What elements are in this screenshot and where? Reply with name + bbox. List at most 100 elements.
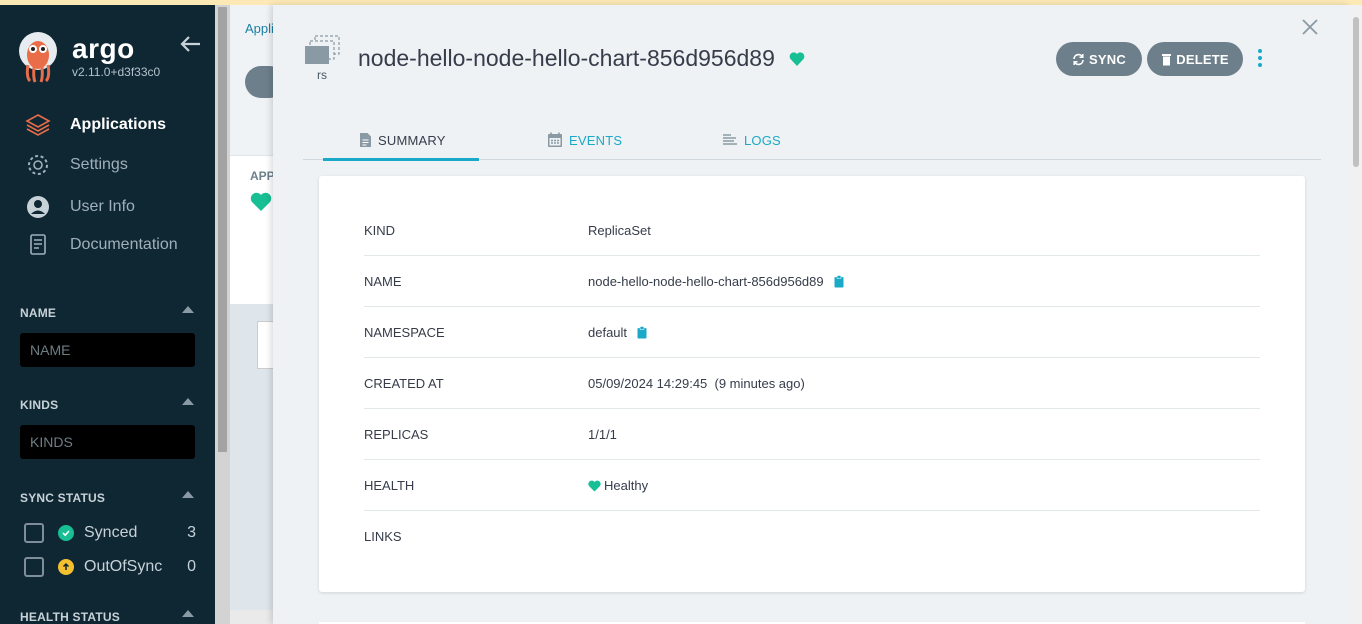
calendar-icon <box>547 132 563 148</box>
kind-value: ReplicaSet <box>588 223 651 238</box>
row-value: 1/1/1 <box>588 427 617 442</box>
summary-row-created-at: CREATED AT 05/09/2024 14:29:45 (9 minute… <box>364 358 1260 409</box>
filter-sync-status-label: SYNC STATUS <box>20 491 106 505</box>
replicas-value: 1/1/1 <box>588 427 617 442</box>
summary-row-namespace: NAMESPACE default <box>364 307 1260 358</box>
background-tab[interactable] <box>257 321 273 369</box>
sync-filter-label: OutOfSync <box>84 558 163 575</box>
kinds-filter-input[interactable] <box>20 425 195 459</box>
active-tab-indicator <box>323 158 479 161</box>
summary-row-name: NAME node-hello-node-hello-chart-856d956… <box>364 256 1260 307</box>
tab-label: EVENTS <box>569 132 623 148</box>
sync-icon <box>1072 53 1085 66</box>
panel-scrollbar[interactable] <box>1350 5 1362 624</box>
tab-label: SUMMARY <box>378 132 446 148</box>
copy-clipboard-icon[interactable] <box>834 275 844 288</box>
row-key: NAMESPACE <box>364 325 445 340</box>
sidebar-item-label: Applications <box>70 116 167 133</box>
delete-button-label: DELETE <box>1176 51 1229 67</box>
background-topbar: Applications <box>230 5 273 155</box>
sidebar-item-label: Settings <box>70 156 128 173</box>
scrollbar-thumb[interactable] <box>218 7 227 452</box>
scrollbar-thumb[interactable] <box>1353 17 1359 167</box>
healthy-heart-icon <box>588 480 601 492</box>
tab-label: LOGS <box>744 132 781 148</box>
sync-filter-count: 0 <box>187 558 196 575</box>
sidebar-item-user-info[interactable]: User Info <box>24 192 204 222</box>
arrow-up-circle-icon <box>58 559 74 575</box>
copy-clipboard-icon[interactable] <box>637 326 647 339</box>
row-value: default <box>588 325 647 340</box>
layers-icon <box>24 111 52 139</box>
file-icon <box>359 132 372 148</box>
tab-events[interactable]: EVENTS <box>547 121 622 159</box>
row-key: HEALTH <box>364 478 415 493</box>
argo-logo[interactable] <box>18 31 58 83</box>
book-icon <box>24 231 52 259</box>
more-options-icon[interactable] <box>1254 47 1266 69</box>
row-value: ReplicaSet <box>588 223 651 238</box>
sidebar-item-settings[interactable]: Settings <box>24 150 204 180</box>
trash-icon <box>1161 53 1172 66</box>
row-key: REPLICAS <box>364 427 429 442</box>
tab-summary[interactable]: SUMMARY <box>359 121 446 159</box>
logs-icon <box>722 133 738 147</box>
health-value: Healthy <box>604 478 649 493</box>
filter-name-label: NAME <box>20 306 57 320</box>
sync-filter-synced[interactable]: Synced 3 <box>24 521 196 545</box>
sidebar-item-applications[interactable]: Applications <box>24 110 204 140</box>
resource-details-panel: rs node-hello-node-hello-chart-856d956d8… <box>273 5 1350 624</box>
collapse-sidebar-icon[interactable] <box>180 35 202 53</box>
row-key: CREATED AT <box>364 376 444 391</box>
created-at-value: 05/09/2024 14:29:45 (9 minutes ago) <box>588 376 805 391</box>
tab-logs[interactable]: LOGS <box>722 121 781 159</box>
sync-filter-label: Synced <box>84 524 138 541</box>
background-app-panel: APP <box>230 156 273 304</box>
checkbox[interactable] <box>24 557 44 577</box>
row-key: NAME <box>364 274 402 289</box>
collapse-caret-icon[interactable] <box>182 491 194 498</box>
delete-button[interactable]: DELETE <box>1147 42 1243 76</box>
check-circle-icon <box>58 525 74 541</box>
name-value: node-hello-node-hello-chart-856d956d89 <box>588 274 824 289</box>
gear-icon <box>24 151 52 179</box>
row-value: 05/09/2024 14:29:45 (9 minutes ago) <box>588 376 805 391</box>
sidebar-scrollbar[interactable] <box>215 5 230 624</box>
collapse-caret-icon[interactable] <box>182 306 194 313</box>
summary-row-health: HEALTH Healthy <box>364 460 1260 511</box>
health-heart-icon <box>789 51 805 67</box>
heart-icon <box>250 192 272 211</box>
namespace-value: default <box>588 325 628 340</box>
background-app-content: Applications APP <box>230 5 273 624</box>
version-label: v2.11.0+d3f33c0 <box>72 65 161 79</box>
sidebar: argo v2.11.0+d3f33c0 Applications Settin… <box>0 5 215 624</box>
row-key: LINKS <box>364 529 402 544</box>
details-tabs: SUMMARY EVENTS LOGS <box>303 121 1321 161</box>
sidebar-item-label: Documentation <box>70 236 178 253</box>
row-key: KIND <box>364 223 396 238</box>
name-filter-input[interactable] <box>20 333 195 367</box>
horizontal-scrollbar[interactable] <box>230 610 273 624</box>
user-circle-icon <box>24 193 52 221</box>
sync-filter-outofsync[interactable]: OutOfSync 0 <box>24 555 196 579</box>
row-value: Healthy <box>588 478 648 493</box>
sidebar-item-documentation[interactable]: Documentation <box>24 230 204 260</box>
sync-button[interactable]: SYNC <box>1056 42 1142 76</box>
summary-row-replicas: REPLICAS 1/1/1 <box>364 409 1260 460</box>
brand-name: argo <box>72 33 135 64</box>
sync-filter-count: 3 <box>187 524 196 541</box>
summary-row-kind: KIND ReplicaSet <box>364 205 1260 256</box>
summary-card: KIND ReplicaSet NAME node-hello-node-hel… <box>319 176 1305 592</box>
row-value: node-hello-node-hello-chart-856d956d89 <box>588 274 844 289</box>
resource-kind-label: rs <box>317 68 327 82</box>
background-info-button[interactable] <box>245 66 273 98</box>
summary-row-links: LINKS <box>364 511 1260 562</box>
collapse-caret-icon[interactable] <box>182 398 194 405</box>
resource-title: node-hello-node-hello-chart-856d956d89 <box>358 45 775 71</box>
collapse-caret-icon[interactable] <box>182 610 194 617</box>
close-icon[interactable] <box>1301 18 1319 36</box>
replicaset-icon <box>303 35 343 67</box>
breadcrumb[interactable]: Applications <box>245 21 273 36</box>
background-app-header: APP <box>250 169 273 183</box>
checkbox[interactable] <box>24 523 44 543</box>
